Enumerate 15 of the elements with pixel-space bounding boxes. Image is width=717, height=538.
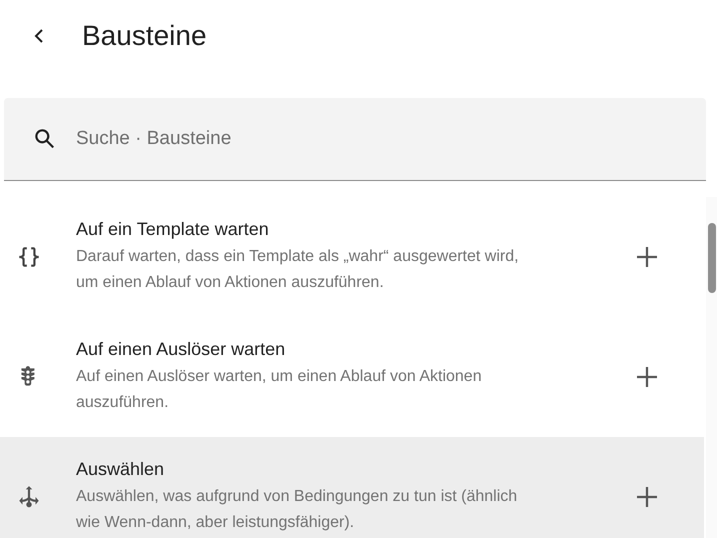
block-item[interactable]: Auf einen Auslöser warten Auf einen Auslöser warten, um einen Ablauf von Aktionen auszuführen. <box>0 317 704 437</box>
block-item[interactable]: Auswählen Auswählen, was aufgrund von Bedingungen zu tun ist (ähnlich wie Wenn-dann, aber leistungsfähiger). <box>0 437 704 538</box>
plus-icon <box>636 366 658 388</box>
plus-icon <box>636 246 658 268</box>
item-title: Auf einen Auslöser warten <box>76 338 286 360</box>
item-title: Auswählen <box>76 458 166 480</box>
plus-icon <box>636 486 658 508</box>
item-description: Auf einen Auslöser warten, um einen Ablauf von Aktionen auszuführen. <box>76 366 483 412</box>
item-description: Darauf warten, dass ein Template als „wahr“ ausgewertet wird, um einen Ablauf von Aktionen auszuführen. <box>76 246 520 292</box>
scrollbar[interactable] <box>706 197 717 538</box>
search-field[interactable]: Suche · Bausteine <box>74 127 478 151</box>
page-title: Bausteine <box>82 20 207 52</box>
block-item[interactable]: Auf ein Template warten Darauf warten, dass ein Template als „wahr“ ausgewertet wird, um einen Ablauf von Aktionen auszuführen. <box>0 197 704 317</box>
item-title: Auf ein Template warten <box>76 218 270 240</box>
item-description: Auswählen, was aufgrund von Bedingungen zu tun ist (ähnlich wie Wenn-dann, aber leistungsfähiger). <box>76 486 518 532</box>
